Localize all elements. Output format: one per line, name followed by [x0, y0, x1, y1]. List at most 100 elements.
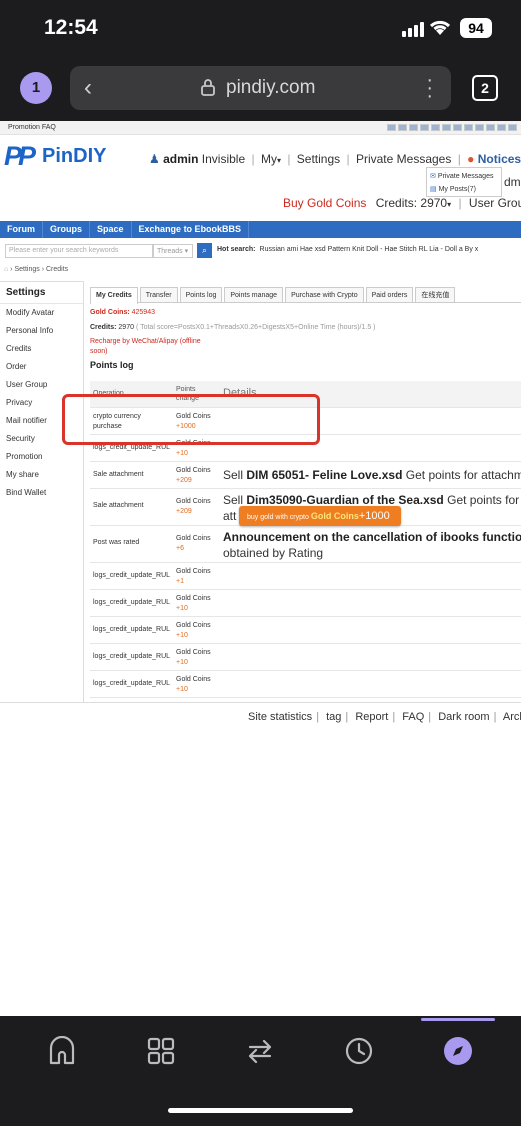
table-row: logs_credit_update_RUL Gold Coins +10 — [90, 590, 521, 617]
main-nav: Forum Groups Space Exchange to EbookBBS — [0, 221, 521, 238]
highlight-box — [62, 394, 320, 445]
invisible-status[interactable]: Invisible — [202, 152, 245, 166]
search-scope-select[interactable]: Threads ▾ — [153, 244, 193, 258]
hot-search: Hot search: Russian ami Hae xsd Pattern K… — [217, 246, 478, 253]
credits-content: My Credits Transfer Points log Points ma… — [90, 287, 521, 698]
nav-exchange[interactable]: Exchange to EbookBBS — [132, 221, 250, 238]
profile-avatar[interactable]: 1 — [20, 72, 52, 104]
tab-points-log[interactable]: Points log — [179, 287, 223, 302]
table-row: Sale attachment Gold Coins +209 Sell DIM … — [90, 462, 521, 489]
notify-item-posts[interactable]: ▤ My Posts(7) — [430, 183, 498, 196]
hot-search-label: Hot search: — [217, 246, 256, 253]
cellular-signal-icon — [402, 22, 424, 37]
url-field[interactable]: ‹ pindiy.com · · · — [70, 66, 451, 110]
purchase-tooltip: buy gold with crypto Gold Coins+1000 — [239, 506, 401, 526]
logo-text: PinDIY — [42, 145, 107, 167]
my-menu[interactable]: My — [261, 152, 277, 166]
notices-dropdown: ✉ Private Messages ▤ My Posts(7) — [426, 167, 502, 197]
more-options-icon[interactable]: · · · — [426, 70, 433, 106]
sidebar-item-modify-avatar[interactable]: Modify Avatar — [0, 304, 83, 322]
sidebar-item-my-share[interactable]: My share — [0, 466, 83, 484]
sidebar-item-user-group[interactable]: User Group — [0, 376, 83, 394]
table-row: logs_credit_update_RUL Gold Coins +10 — [90, 644, 521, 671]
credits-formula: ( Total score=PostsX0.1+ThreadsX0.26+Dig… — [135, 324, 376, 331]
top-links[interactable]: Promotion FAQ — [8, 124, 56, 131]
row-detail: Announcement on the cancellation of iboo… — [223, 529, 521, 561]
admin-link-cut[interactable]: dmir — [504, 175, 521, 189]
username-link[interactable]: admin — [163, 152, 198, 166]
bell-icon: ● — [467, 152, 475, 166]
attachment-link[interactable]: Dim35090-Guardian of the Sea.xsd — [246, 493, 443, 507]
footer-dark-room[interactable]: Dark room — [438, 711, 489, 723]
lock-icon — [200, 78, 216, 101]
footer-links: Site statistics | tag | Report | FAQ | Dark … — [248, 711, 521, 723]
hot-search-terms[interactable]: Russian ami Hae xsd Pattern Knit Doll - … — [260, 246, 479, 253]
home-indicator — [168, 1108, 353, 1113]
table-row: logs_credit_update_RUL Gold Coins +1 — [90, 563, 521, 590]
user-group-link[interactable]: User Group — [469, 196, 521, 210]
recharge-link[interactable]: Recharge by WeChat/Alipay (offline soon) — [90, 337, 210, 357]
credits-value: 2970 — [118, 324, 134, 331]
top-strip: Promotion FAQ — [0, 121, 521, 135]
footer-report[interactable]: Report — [355, 711, 388, 723]
sidebar-item-bind-wallet[interactable]: Bind Wallet — [0, 484, 83, 502]
nav-space[interactable]: Space — [90, 221, 132, 238]
search-button[interactable]: ⌕ — [197, 243, 212, 258]
browser-address-bar: 1 ‹ pindiy.com · · · 2 — [0, 58, 521, 120]
table-row: Post was rated Gold Coins +6 Announcement… — [90, 526, 521, 563]
tab-points-manage[interactable]: Points manage — [224, 287, 284, 302]
home-icon[interactable]: ⌂ — [4, 266, 8, 273]
swap-icon[interactable] — [245, 1036, 275, 1066]
footer-tag[interactable]: tag — [326, 711, 341, 723]
nav-groups[interactable]: Groups — [43, 221, 91, 238]
settings-link[interactable]: Settings — [297, 152, 340, 166]
points-log-title: Points log — [90, 360, 134, 370]
wifi-icon — [428, 18, 452, 41]
search-row: Please enter your search keywords Thread… — [0, 242, 521, 260]
tabs-grid-icon[interactable] — [146, 1036, 176, 1066]
compass-icon[interactable] — [443, 1036, 473, 1066]
private-messages-link[interactable]: Private Messages — [356, 152, 451, 166]
home-icon[interactable] — [47, 1035, 77, 1066]
row-detail: Sell DIM 65051- Feline Love.xsd Get poin… — [223, 468, 521, 482]
sidebar-item-credits[interactable]: Credits — [0, 340, 83, 358]
credits-menu[interactable]: Credits: 2970 — [376, 196, 447, 210]
footer-archiver[interactable]: Archiver — [503, 711, 521, 723]
phone-status-bar: 12:54 94 — [0, 0, 521, 58]
tab-purchase-crypto[interactable]: Purchase with Crypto — [285, 287, 364, 302]
search-input[interactable]: Please enter your search keywords — [5, 244, 153, 258]
breadcrumb: ⌂ › Settings › Credits — [4, 266, 69, 273]
tab-count-button[interactable]: 2 — [472, 75, 498, 101]
credit-tabs: My Credits Transfer Points log Points ma… — [90, 287, 521, 304]
notices-link[interactable]: Notices(7) — [478, 152, 521, 166]
buy-gold-link[interactable]: Buy Gold Coins — [283, 196, 366, 210]
attachment-link[interactable]: DIM 65051- Feline Love.xsd — [246, 468, 402, 482]
notify-item-pm[interactable]: ✉ Private Messages — [430, 170, 498, 183]
tab-paid-orders[interactable]: Paid orders — [365, 287, 414, 302]
site-logo[interactable]: PP PinDIY — [4, 141, 106, 172]
credit-row: Buy Gold Coins Credits: 2970▾ | User Gro… — [283, 196, 521, 210]
back-icon[interactable]: ‹ — [84, 74, 92, 102]
sidebar-item-order[interactable]: Order — [0, 358, 83, 376]
tab-my-credits[interactable]: My Credits — [90, 287, 138, 304]
sidebar-item-promotion[interactable]: Promotion — [0, 448, 83, 466]
user-bar: ♟ admin Invisible | My▾ | Settings | Pri… — [149, 152, 521, 166]
table-row: logs_credit_update_RUL Gold Coins +10 — [90, 617, 521, 644]
language-flags[interactable] — [387, 124, 517, 131]
gold-coins-value: 425943 — [131, 309, 155, 316]
sidebar-item-personal-info[interactable]: Personal Info — [0, 322, 83, 340]
nav-forum[interactable]: Forum — [0, 221, 43, 238]
gold-coins-line: Gold Coins: 425943 — [90, 309, 155, 316]
url-text: pindiy.com — [226, 77, 316, 98]
clock: 12:54 — [44, 16, 98, 39]
tab-online-recharge[interactable]: 在线充值 — [415, 287, 456, 302]
search-icon: ⌕ — [201, 245, 208, 255]
footer-site-statistics[interactable]: Site statistics — [248, 711, 312, 723]
footer-faq[interactable]: FAQ — [402, 711, 424, 723]
history-clock-icon[interactable] — [344, 1036, 374, 1066]
thread-link[interactable]: Announcement on the cancellation of iboo… — [223, 530, 521, 544]
sidebar-title: Settings — [0, 282, 83, 304]
user-icon: ♟ — [149, 152, 160, 166]
credits-line: Credits: 2970 ( Total score=PostsX0.1+Th… — [90, 324, 376, 331]
tab-transfer[interactable]: Transfer — [139, 287, 178, 302]
